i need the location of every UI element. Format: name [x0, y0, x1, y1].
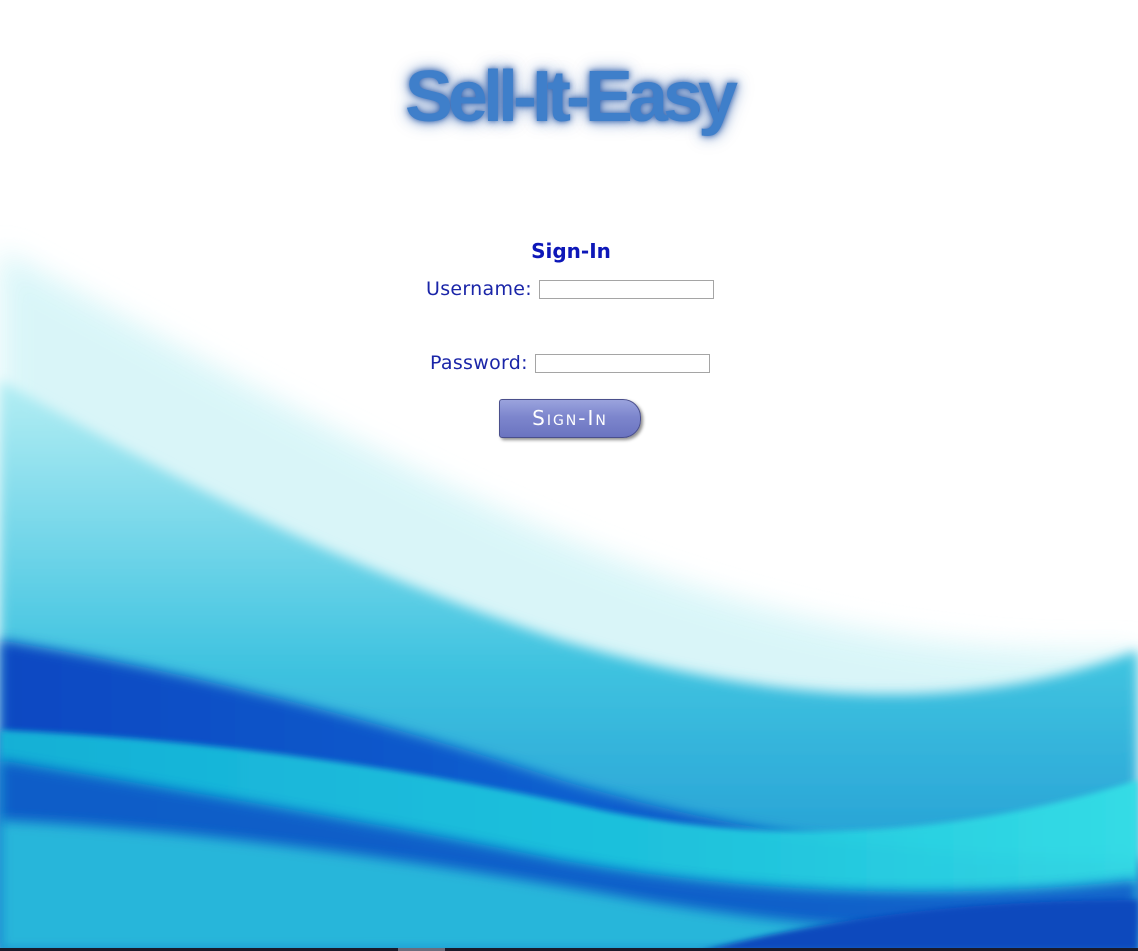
- password-label: Password:: [430, 352, 528, 374]
- logo: Sell-It-Easy: [0, 56, 1138, 138]
- signin-button[interactable]: Sign-In: [499, 399, 641, 438]
- background-waves: [0, 0, 1138, 951]
- username-row: Username:: [426, 278, 714, 300]
- username-label: Username:: [426, 278, 532, 300]
- logo-text: Sell-It-Easy: [404, 57, 738, 137]
- signin-form: Sign-In Username: Password: Sign-In: [0, 236, 1138, 438]
- form-title: Sign-In: [531, 239, 611, 263]
- username-input[interactable]: [538, 279, 714, 299]
- password-row: Password:: [430, 352, 710, 374]
- password-input[interactable]: [534, 353, 710, 373]
